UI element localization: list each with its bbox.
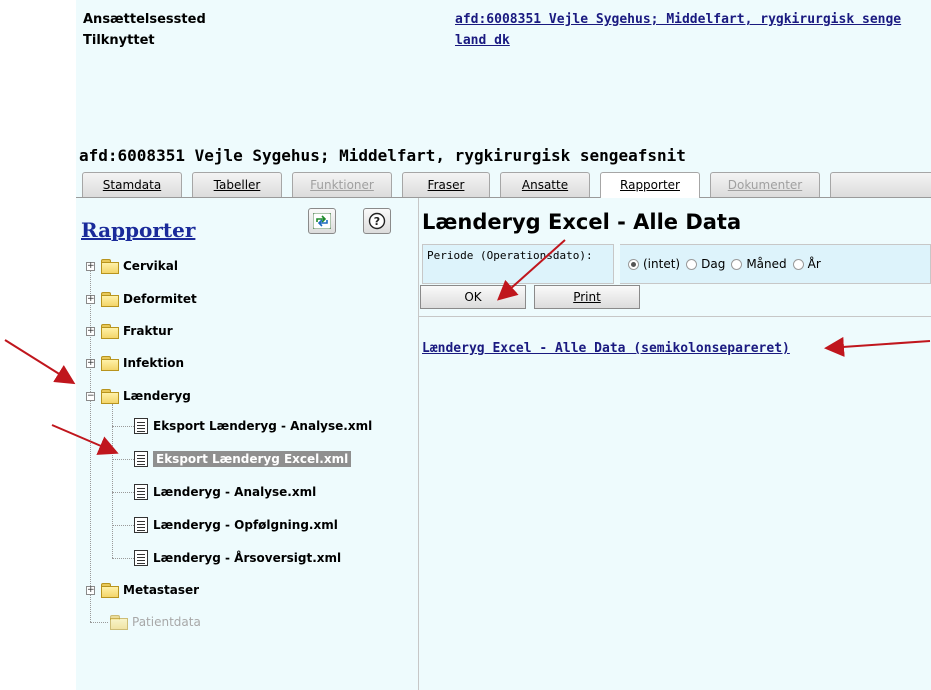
tree-item-fraktur[interactable]: + Fraktur	[86, 321, 173, 341]
tab-rapporter[interactable]: Rapporter	[600, 172, 700, 198]
document-icon	[134, 550, 148, 566]
tab-dokumenter[interactable]: Dokumenter	[710, 172, 820, 197]
attached-link[interactable]: land dk	[455, 33, 510, 48]
tree-item-metastaser[interactable]: + Metastaser	[86, 580, 199, 600]
tree-connector	[112, 558, 134, 559]
report-title: Lænderyg Excel - Alle Data	[422, 210, 742, 234]
radio-button[interactable]	[731, 258, 743, 270]
rapporter-heading[interactable]: Rapporter	[81, 218, 195, 242]
tree-item-laenderyg[interactable]: − Lænderyg	[86, 386, 191, 406]
help-icon: ?	[368, 212, 386, 230]
arrow-to-laenderyg	[4, 339, 76, 385]
help-button[interactable]: ?	[363, 208, 391, 234]
tree-item-label: Infektion	[123, 356, 184, 370]
expand-icon[interactable]: +	[86, 585, 95, 595]
tree-item-label: Fraktur	[123, 324, 173, 338]
tree-item-label: Eksport Lænderyg - Analyse.xml	[153, 419, 373, 433]
folder-icon	[101, 356, 119, 371]
refresh-button[interactable]	[308, 208, 336, 234]
radio-label: Måned	[746, 257, 787, 271]
refresh-icon	[313, 213, 331, 229]
tree-item-label: Deformitet	[123, 292, 197, 306]
periode-radio-group: (intet) Dag Måned År	[620, 244, 931, 284]
document-icon	[134, 451, 148, 467]
radio-label: Dag	[701, 257, 726, 271]
expand-icon[interactable]: +	[86, 326, 95, 336]
tree-connector	[112, 404, 113, 558]
expand-icon[interactable]: +	[86, 358, 95, 368]
print-button[interactable]: Print	[534, 285, 640, 309]
ok-button[interactable]: OK	[420, 285, 526, 309]
tree-child-item[interactable]: Lænderyg - Opfølgning.xml	[134, 515, 338, 535]
tree-item-patientdata[interactable]: Patientdata	[110, 612, 201, 632]
tab-stamdata[interactable]: Stamdata	[82, 172, 182, 197]
tree-item-label: Patientdata	[132, 615, 201, 629]
tree-item-label: Cervikal	[123, 259, 178, 273]
tree-item-infektion[interactable]: + Infektion	[86, 353, 184, 373]
tree-item-label: Metastaser	[123, 583, 200, 597]
tree-connector	[112, 459, 134, 460]
department-title: afd:6008351 Vejle Sygehus; Middelfart, r…	[79, 146, 686, 165]
tree-item-deformitet[interactable]: + Deformitet	[86, 289, 197, 309]
tree-connector	[112, 426, 134, 427]
tab-ansatte[interactable]: Ansatte	[500, 172, 590, 197]
expand-icon[interactable]: +	[86, 261, 95, 271]
tree-item-label: Lænderyg - Årsoversigt.xml	[153, 551, 342, 565]
folder-icon	[101, 292, 119, 307]
periode-option-dag[interactable]: Dag	[686, 257, 725, 271]
tab-fraser[interactable]: Fraser	[402, 172, 490, 197]
tree-connector	[90, 264, 91, 622]
tree-child-item[interactable]: Eksport Lænderyg - Analyse.xml	[134, 416, 372, 436]
periode-option-aar[interactable]: År	[792, 257, 821, 271]
tab-funktioner[interactable]: Funktioner	[292, 172, 392, 197]
periode-option-intet[interactable]: (intet)	[628, 257, 680, 271]
radio-label: År	[807, 257, 821, 271]
periode-label: Periode (Operationsdato):	[422, 244, 614, 284]
svg-text:?: ?	[374, 215, 380, 228]
document-icon	[134, 484, 148, 500]
tree-item-label: Lænderyg - Analyse.xml	[153, 485, 317, 499]
tab-more[interactable]	[830, 172, 931, 197]
tree-connector	[112, 525, 134, 526]
document-icon	[134, 418, 148, 434]
info-label-attached: Tilknyttet	[83, 33, 155, 48]
radio-label: (intet)	[643, 257, 681, 271]
tab-tabeller[interactable]: Tabeller	[192, 172, 282, 197]
tree-item-label: Lænderyg - Opfølgning.xml	[153, 518, 338, 532]
tree-connector	[90, 622, 108, 623]
tree-child-item-selected[interactable]: Eksport Lænderyg Excel.xml	[134, 449, 352, 469]
folder-icon	[101, 324, 119, 339]
expand-icon[interactable]: +	[86, 294, 95, 304]
divider	[419, 316, 931, 317]
employment-link[interactable]: afd:6008351 Vejle Sygehus; Middelfart, r…	[455, 12, 901, 27]
export-csv-link[interactable]: Lænderyg Excel - Alle Data (semikolonsep…	[422, 341, 790, 356]
app-window: Ansættelsessted afd:6008351 Vejle Sygehu…	[76, 0, 931, 690]
radio-button[interactable]	[628, 258, 639, 270]
radio-button[interactable]	[686, 258, 698, 270]
tree-connector	[112, 492, 134, 493]
tree-item-label: Lænderyg	[123, 389, 191, 403]
tab-bar: Stamdata Tabeller Funktioner Fraser Ansa…	[76, 172, 931, 198]
folder-icon	[101, 583, 119, 598]
folder-icon	[101, 389, 119, 404]
tree-child-item[interactable]: Lænderyg - Årsoversigt.xml	[134, 548, 341, 568]
tree-item-label: Eksport Lænderyg Excel.xml	[153, 451, 352, 467]
folder-icon	[110, 615, 128, 630]
periode-option-maaned[interactable]: Måned	[731, 257, 787, 271]
tree-item-cervikal[interactable]: + Cervikal	[86, 256, 178, 276]
radio-button[interactable]	[792, 258, 804, 270]
tree-child-item[interactable]: Lænderyg - Analyse.xml	[134, 482, 316, 502]
document-icon	[134, 517, 148, 533]
info-label-employment: Ansættelsessted	[83, 12, 206, 27]
collapse-icon[interactable]: −	[86, 391, 95, 401]
report-tree-panel: Rapporter ? + Cervikal + Deformitet + Fr…	[76, 198, 419, 690]
folder-icon	[101, 259, 119, 274]
